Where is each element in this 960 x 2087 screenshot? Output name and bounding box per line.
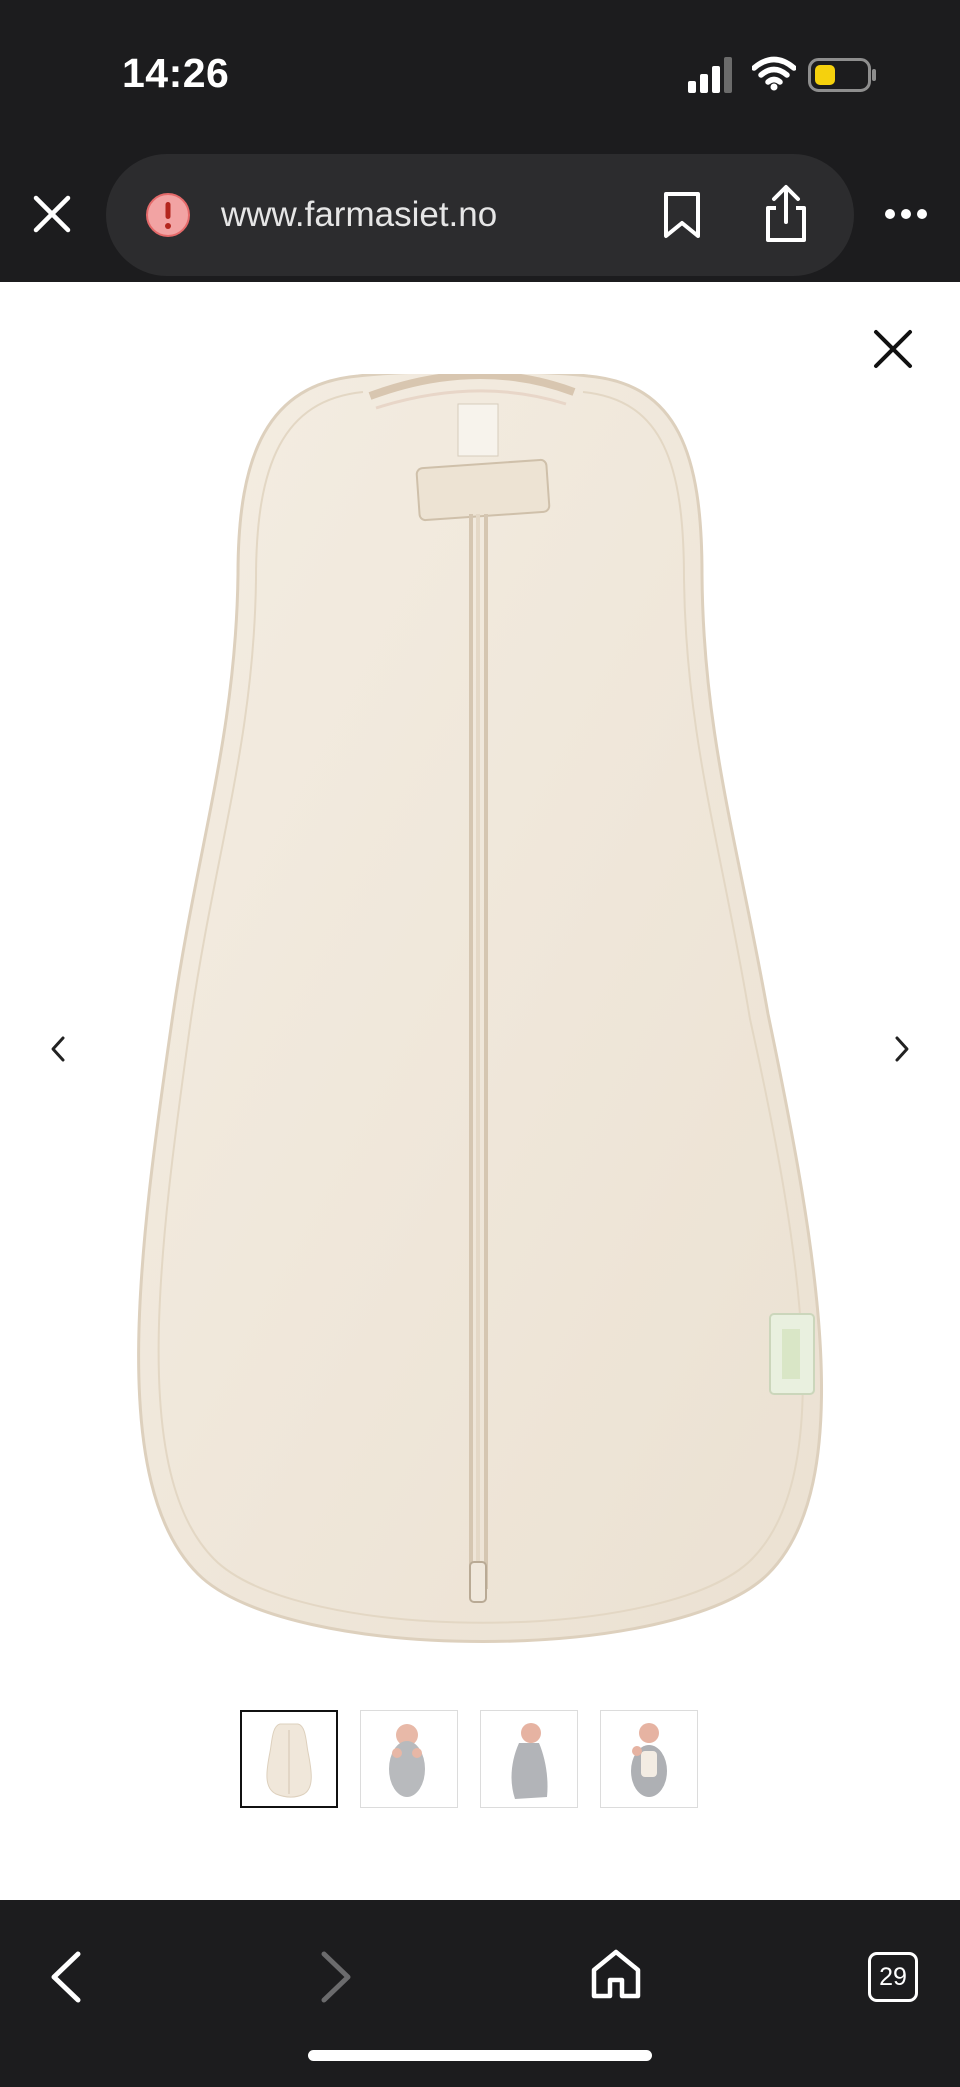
status-bar: 14:26 xyxy=(0,0,960,150)
share-icon[interactable] xyxy=(762,184,810,244)
warning-icon[interactable] xyxy=(144,191,192,239)
thumbnail-4[interactable] xyxy=(600,1710,698,1808)
forward-icon[interactable] xyxy=(318,1950,354,2004)
product-image xyxy=(137,374,824,1643)
chevron-left-icon[interactable] xyxy=(48,1034,68,1064)
thumbnail-2[interactable] xyxy=(360,1710,458,1808)
back-icon[interactable] xyxy=(48,1950,84,2004)
address-bar[interactable]: www.farmasiet.no xyxy=(106,154,854,276)
thumbnail-1[interactable] xyxy=(240,1710,338,1808)
image-gallery xyxy=(0,282,960,1900)
cellular-signal-icon xyxy=(688,57,732,93)
thumbnail-3[interactable] xyxy=(480,1710,578,1808)
wifi-icon xyxy=(752,56,796,91)
close-icon[interactable] xyxy=(872,328,914,370)
browser-top-bar: www.farmasiet.no xyxy=(0,150,960,282)
chevron-right-icon[interactable] xyxy=(892,1034,912,1064)
home-indicator xyxy=(308,2050,652,2061)
status-time: 14:26 xyxy=(122,50,230,96)
more-icon[interactable] xyxy=(884,208,928,220)
battery-icon xyxy=(808,58,876,92)
close-tab-icon[interactable] xyxy=(30,192,74,236)
tabs-button[interactable]: 29 xyxy=(868,1952,918,2002)
home-icon[interactable] xyxy=(590,1948,642,2000)
url-text: www.farmasiet.no xyxy=(221,195,498,234)
bookmark-icon[interactable] xyxy=(662,190,702,240)
